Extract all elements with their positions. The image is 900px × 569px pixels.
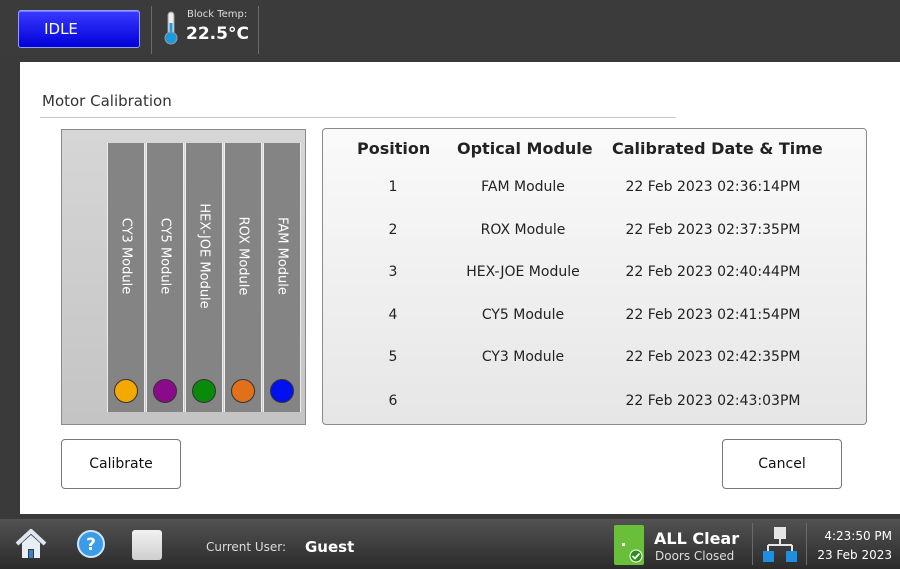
calibration-table: Position Optical Module Calibrated Date … [322,128,867,425]
divider [258,6,259,54]
block-temp-value: 22.5°C [186,24,249,44]
column-header-position: Position [357,139,431,158]
cell-module: ROX Module [480,222,566,238]
cell-position: 5 [388,349,398,365]
network-icon[interactable] [762,525,798,563]
module-strip: CY5 Module [146,143,184,412]
calibrate-button[interactable]: Calibrate [61,439,181,489]
cell-datetime: 22 Feb 2023 02:41:54PM [625,307,801,323]
module-color-dot [192,379,216,403]
current-user-value: Guest [305,538,355,556]
cell-module: CY3 Module [481,349,565,365]
divider [752,523,753,565]
door-status-icon [614,525,644,565]
cell-module: CY5 Module [481,307,565,323]
block-temp-label: Block Temp: [187,9,248,20]
clock-time: 4:23:50 PM [824,529,892,543]
cancel-button[interactable]: Cancel [722,439,842,489]
module-strip-label: FAM Module [274,217,290,295]
svg-text:?: ? [86,535,96,555]
module-strip: ROX Module [224,143,262,412]
check-icon [629,549,643,563]
module-strip: FAM Module [263,143,301,412]
cell-position: 1 [388,179,398,195]
status-main-text: ALL Clear [654,529,740,548]
cell-position: 3 [388,264,398,280]
cell-datetime: 22 Feb 2023 02:36:14PM [625,179,801,195]
cell-position: 4 [388,307,398,323]
divider [806,523,807,565]
home-icon[interactable] [14,527,48,561]
module-color-dot [114,379,138,403]
module-color-dot [231,379,255,403]
title-divider [40,117,676,118]
instrument-state-label: IDLE [44,20,78,38]
thermometer-icon [164,11,178,45]
clock-date: 23 Feb 2023 [817,548,892,562]
optical-module-diagram: CY3 Module CY5 Module HEX-JOE Module ROX… [61,129,306,425]
module-strip-label: ROX Module [235,216,251,296]
cell-module: HEX-JOE Module [466,264,580,280]
door-handle [622,543,625,546]
module-strip-label: CY5 Module [157,217,173,295]
cell-module: FAM Module [481,179,565,195]
motor-calibration-panel: Motor Calibration CY3 Module CY5 Module … [20,62,900,514]
divider [151,6,152,54]
module-color-dot [270,379,294,403]
cell-position: 6 [388,393,398,409]
cell-datetime: 22 Feb 2023 02:43:03PM [625,393,801,409]
module-strip-label: HEX-JOE Module [196,203,212,309]
cell-datetime: 22 Feb 2023 02:40:44PM [625,264,801,280]
top-status-bar: IDLE Block Temp: 22.5°C [0,0,900,56]
module-strip: CY3 Module [107,143,145,412]
instrument-state-button[interactable]: IDLE [18,10,140,48]
blank-tile-icon[interactable] [132,530,162,560]
module-strip: HEX-JOE Module [185,143,223,412]
column-header-optical-module: Optical Module [457,139,593,158]
cell-datetime: 22 Feb 2023 02:37:35PM [625,222,801,238]
cell-position: 2 [388,222,398,238]
module-strip-label: CY3 Module [118,217,134,295]
current-user-label: Current User: [206,540,287,554]
column-header-calibrated-datetime: Calibrated Date & Time [612,139,823,158]
bottom-nav-bar: ? Current User: Guest ALL Clear Doors Cl… [0,519,900,569]
status-sub-text: Doors Closed [655,549,735,563]
help-icon[interactable]: ? [76,529,106,559]
page-title: Motor Calibration [42,92,172,110]
module-color-dot [153,379,177,403]
cell-datetime: 22 Feb 2023 02:42:35PM [625,349,801,365]
